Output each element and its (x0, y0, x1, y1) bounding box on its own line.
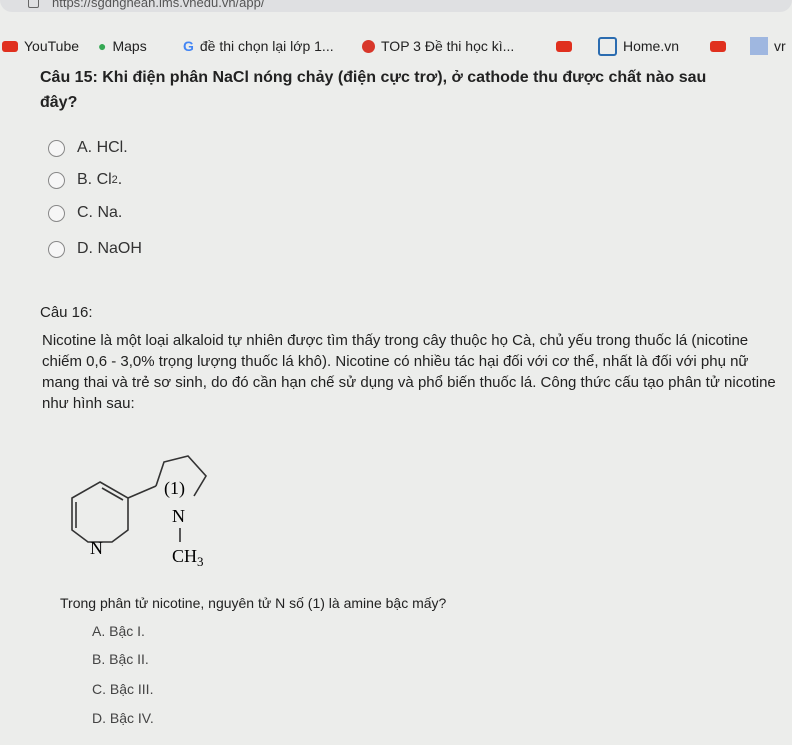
question-16-prompt: Trong phân tử nicotine, nguyên tử N số (… (60, 595, 447, 611)
url-text[interactable]: https://sgdnghean.lms.vnedu.vn/app/ (52, 0, 264, 10)
bookmark-uneti[interactable]: vr (750, 36, 786, 56)
ch-text: CH (172, 546, 197, 566)
q15-option-a[interactable]: A. HCl. (48, 139, 128, 157)
bookmark-google[interactable]: Gđề thi chọn lại lớp 1... (183, 36, 334, 56)
q16-option-a[interactable]: A. Bậc I. (92, 623, 145, 639)
radio-button[interactable] (48, 171, 65, 189)
bookmark-label: vr (774, 38, 786, 54)
youtube-icon (2, 40, 18, 52)
youtube-icon (710, 40, 726, 52)
radio-button[interactable] (48, 240, 65, 258)
bookmark-label: YouTube (24, 38, 80, 54)
bookmark-maps[interactable]: ● Maps (98, 36, 147, 56)
question-15-title: Câu 15: Khi điện phân NaCl nóng chảy (đi… (40, 69, 707, 86)
bookmark-top3[interactable]: TOP 3 Đề thi học kì... (362, 36, 514, 56)
q15-option-b[interactable]: B. Cl 2. (48, 171, 122, 189)
q16-option-b[interactable]: B. Bậc II. (92, 651, 149, 667)
question-16-text: Nicotine là một loại alkaloid tự nhiên đ… (42, 332, 776, 412)
bookmark-youtube-3[interactable] (710, 36, 726, 56)
site-icon (362, 39, 375, 53)
q15-option-c[interactable]: C. Na. (48, 204, 122, 222)
q16-option-c[interactable]: C. Bậc III. (92, 681, 153, 697)
q15-option-d[interactable]: D. NaOH (48, 240, 142, 258)
question-16-title: Câu 16: (40, 304, 93, 321)
bookmark-label: Maps (112, 38, 147, 54)
bookmark-label: đề thi chọn lại lớp 1... (199, 38, 334, 54)
label-1: (1) (164, 478, 185, 499)
bookmark-label: Home.vn (623, 38, 680, 54)
subscript: 3 (197, 554, 204, 569)
maps-pin-icon: ● (98, 38, 107, 54)
bookmark-label: TOP 3 Đề thi học kì... (381, 38, 515, 54)
question-15-title-cont: đây? (40, 94, 78, 111)
page-info-icon[interactable] (28, 0, 39, 8)
option-label: B. Cl (77, 171, 112, 188)
atom-n2: N (90, 538, 103, 558)
option-label: A. HCl. (77, 139, 128, 156)
uneti-icon (750, 37, 768, 55)
nicotine-structure: (1) N N CH3 (71, 455, 207, 569)
home-vn-icon (598, 36, 617, 56)
youtube-icon (556, 40, 572, 52)
bookmark-home-vn[interactable]: Home.vn (598, 36, 679, 56)
methyl-group: CH3 (172, 546, 204, 569)
radio-button[interactable] (48, 139, 65, 157)
option-label: C. Na. (77, 204, 123, 221)
bookmark-youtube-2[interactable] (556, 36, 572, 56)
atom-n1: N (172, 506, 185, 526)
q16-option-d[interactable]: D. Bậc IV. (92, 710, 154, 726)
bookmark-youtube[interactable]: YouTube (2, 36, 79, 56)
google-icon: G (183, 38, 194, 54)
radio-button[interactable] (48, 204, 65, 222)
option-label: D. NaOH (77, 240, 142, 257)
